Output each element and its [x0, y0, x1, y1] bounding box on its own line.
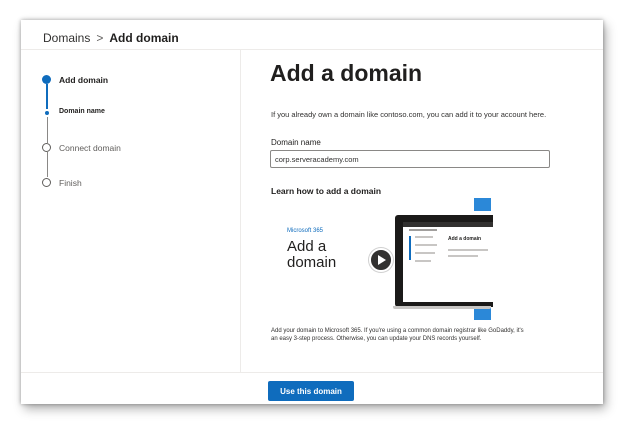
laptop-screen: Add a domain — [403, 222, 493, 302]
step-finish: Finish — [59, 178, 82, 188]
step-connector — [47, 117, 48, 143]
step-add-domain: Add domain — [59, 75, 109, 85]
breadcrumb-current: Add domain — [109, 31, 179, 45]
video-brand: Microsoft 365 — [287, 228, 324, 234]
domain-name-input[interactable] — [270, 150, 550, 168]
step-domain-name: Domain name — [59, 108, 105, 115]
footer-divider — [21, 372, 603, 373]
step-pending-circle — [42, 178, 51, 187]
intro-text: If you already own a domain like contoso… — [271, 110, 547, 119]
step-connector-active — [46, 84, 48, 109]
breadcrumb-domains-link[interactable]: Domains — [43, 31, 90, 45]
wizard-panel: Domains > Add domain Add domain Domain nam… — [21, 20, 603, 404]
page-title: Add a domain — [270, 60, 423, 86]
laptop-base — [393, 306, 491, 309]
play-icon[interactable] — [369, 248, 393, 272]
video-accent-block — [474, 198, 491, 211]
stepper-divider — [240, 50, 241, 372]
breadcrumb-separator: > — [96, 31, 104, 45]
step-connector — [47, 152, 48, 177]
video-accent-block — [474, 308, 491, 320]
video-title: Add a domain — [287, 238, 337, 271]
domain-name-label: Domain name — [271, 138, 321, 147]
breadcrumb: Domains > Add domain — [43, 28, 179, 48]
step-connect-domain: Connect domain — [59, 143, 121, 153]
use-this-domain-button[interactable]: Use this domain — [268, 381, 354, 401]
screen-title: Add a domain — [448, 236, 482, 242]
description-text: Add your domain to Microsoft 365. If you… — [271, 328, 524, 342]
step-pending-circle — [42, 143, 51, 152]
header-divider — [21, 49, 603, 50]
learn-heading: Learn how to add a domain — [271, 186, 382, 196]
substep-current-dot — [44, 111, 49, 115]
video-thumbnail[interactable]: Add a domain Microsoft 365 Add a domain — [271, 198, 493, 320]
step-current-dot — [42, 75, 51, 84]
